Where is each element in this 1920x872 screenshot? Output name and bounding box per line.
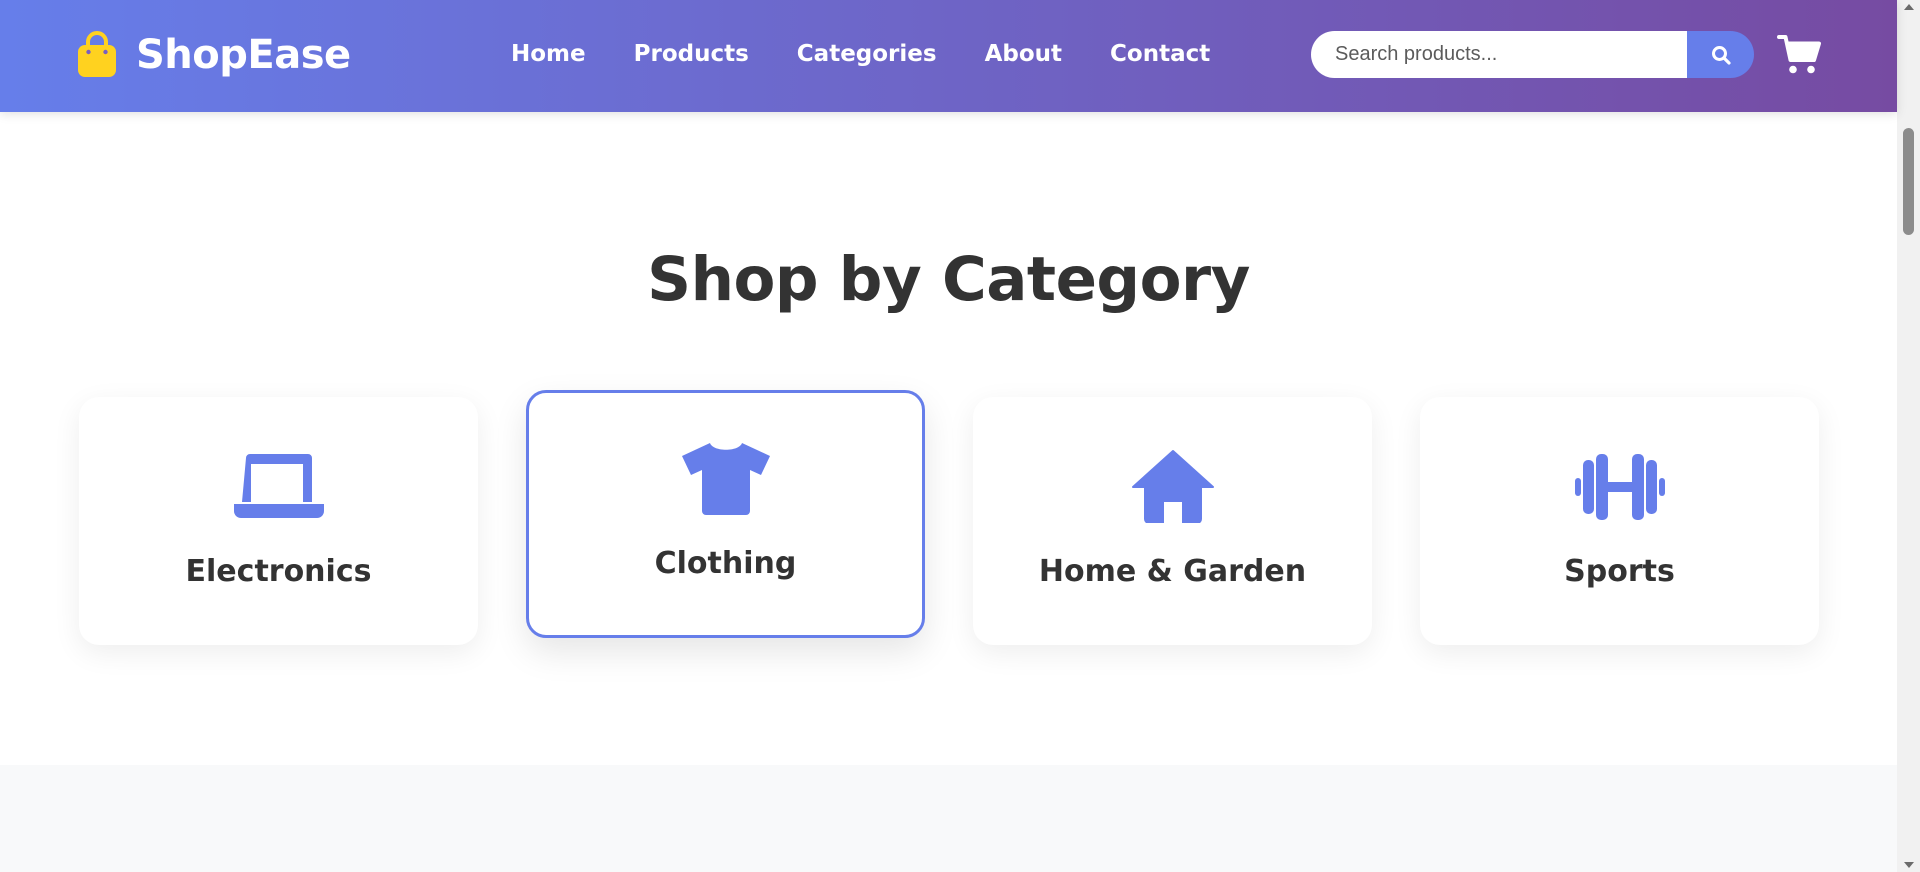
- dumbbell-icon: [1574, 454, 1665, 520]
- laptop-icon: [233, 454, 324, 518]
- scroll-down-icon[interactable]: [1904, 862, 1914, 868]
- search-button[interactable]: [1687, 31, 1754, 78]
- shopping-cart-icon: [1777, 35, 1821, 74]
- search-bar: [1311, 31, 1754, 78]
- next-section: [0, 765, 1897, 872]
- category-label: Electronics: [185, 554, 372, 589]
- nav-link-contact[interactable]: Contact: [1110, 41, 1210, 67]
- category-card-electronics[interactable]: Electronics: [79, 397, 478, 645]
- page-scrollbar[interactable]: [1897, 0, 1920, 872]
- category-label: Clothing: [654, 546, 797, 581]
- tshirt-icon: [681, 443, 770, 515]
- category-card-home-garden[interactable]: Home & Garden: [973, 397, 1372, 645]
- scroll-up-icon[interactable]: [1904, 4, 1914, 10]
- cart-button[interactable]: [1777, 33, 1821, 75]
- section-title: Shop by Category: [647, 244, 1250, 315]
- top-navbar: ShopEase Home Products Categories About …: [0, 0, 1897, 112]
- categories-section: Shop by Category Electronics Clothing Ho…: [0, 112, 1897, 765]
- search-icon: [1711, 45, 1731, 65]
- search-input[interactable]: [1311, 31, 1687, 78]
- nav-link-categories[interactable]: Categories: [797, 41, 937, 67]
- scrollbar-thumb[interactable]: [1903, 128, 1914, 235]
- nav-link-home[interactable]: Home: [511, 41, 586, 67]
- category-card-clothing[interactable]: Clothing: [526, 390, 925, 638]
- home-icon: [1131, 450, 1214, 523]
- brand-logo[interactable]: ShopEase: [76, 30, 351, 80]
- shopping-bag-icon: [78, 31, 116, 77]
- brand-name: ShopEase: [136, 32, 351, 78]
- category-label: Sports: [1564, 554, 1675, 589]
- category-card-sports[interactable]: Sports: [1420, 397, 1819, 645]
- nav-link-about[interactable]: About: [985, 41, 1062, 67]
- nav-link-products[interactable]: Products: [634, 41, 749, 67]
- main-nav: Home Products Categories About Contact: [511, 34, 1258, 74]
- category-label: Home & Garden: [1038, 554, 1307, 589]
